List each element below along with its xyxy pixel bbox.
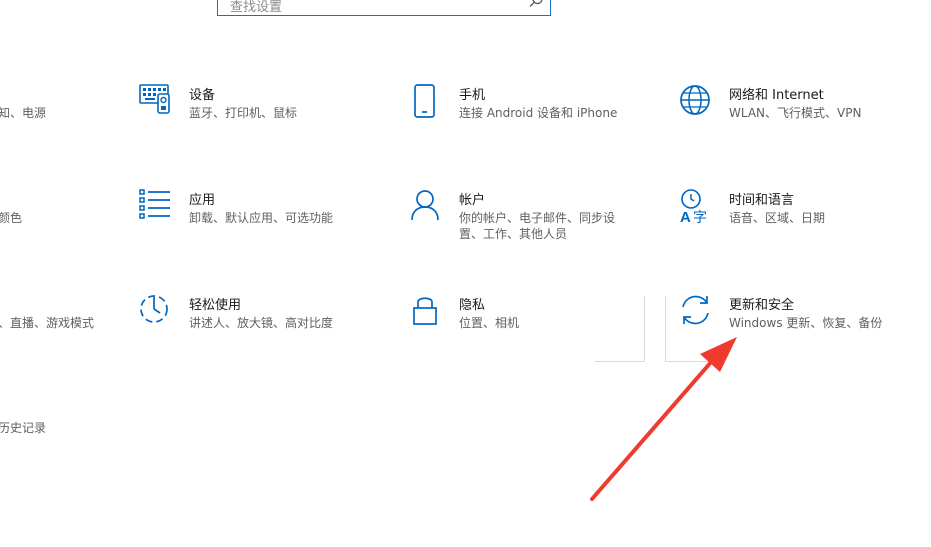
globe-icon [680,85,710,115]
left-partial-desc-3: 、直播、游戏模式 [0,316,95,330]
svg-text:字: 字 [693,210,707,226]
tile-desc: 讲述人、放大镜、高对比度 [189,316,334,330]
keyboard-icon [139,84,170,114]
time-language-icon: A 字 [680,189,707,226]
apps-list-icon [139,189,170,219]
tile-apps[interactable]: 应用 卸载、默认应用、可选功能 [139,189,389,239]
tile-desc: WLAN、飞行模式、VPN [729,106,862,120]
tile-title: 时间和语言 [729,193,795,208]
tile-divider [595,361,645,362]
tile-update-security[interactable]: 更新和安全 Windows 更新、恢复、备份 [679,294,919,344]
tile-title: 轻松使用 [189,298,242,313]
phone-icon [414,84,435,118]
tile-title: 应用 [189,193,216,208]
tile-title: 帐户 [459,193,486,208]
tile-desc: 位置、相机 [459,316,520,330]
ease-of-access-icon [140,295,168,323]
tile-time-language[interactable]: A 字 时间和语言 语音、区域、日期 [679,189,919,239]
tile-desc: 连接 Android 设备和 iPhone [459,106,618,120]
tile-privacy[interactable]: 隐私 位置、相机 [409,294,645,344]
left-partial-desc-4: 历史记录 [0,421,47,435]
tile-network[interactable]: 网络和 Internet WLAN、飞行模式、VPN [679,84,919,134]
search-input[interactable]: 查找设置 [217,0,551,16]
tile-ease-of-access[interactable]: 轻松使用 讲述人、放大镜、高对比度 [139,294,389,344]
search-placeholder: 查找设置 [230,0,283,15]
annotation-arrow [590,337,737,501]
tile-title: 网络和 Internet [729,88,824,103]
tile-desc: 语音、区域、日期 [729,211,826,225]
tile-desc: 蓝牙、打印机、鼠标 [189,106,298,120]
search-icon[interactable] [528,0,544,9]
tile-title: 更新和安全 [729,298,795,313]
person-icon [411,190,439,221]
tile-title: 隐私 [459,298,486,313]
tile-title: 设备 [189,88,216,103]
left-partial-desc-1: 知、电源 [0,106,47,120]
svg-text:A: A [680,209,691,226]
sync-icon [682,295,709,325]
tile-desc: 卸载、默认应用、可选功能 [189,211,334,225]
tile-phone[interactable]: 手机 连接 Android 设备和 iPhone [409,84,659,134]
left-partial-desc-2: 颜色 [0,211,23,225]
lock-icon [413,297,437,325]
tile-divider [665,296,666,362]
tile-desc: 你的帐户、电子邮件、同步设置、工作、其他人员 [459,211,616,241]
tile-desc: Windows 更新、恢复、备份 [729,316,883,330]
tile-divider [665,361,715,362]
tile-title: 手机 [459,88,486,103]
tile-divider [644,296,645,362]
tile-accounts[interactable]: 帐户 你的帐户、电子邮件、同步设置、工作、其他人员 [409,189,659,249]
tile-devices[interactable]: 设备 蓝牙、打印机、鼠标 [139,84,389,134]
